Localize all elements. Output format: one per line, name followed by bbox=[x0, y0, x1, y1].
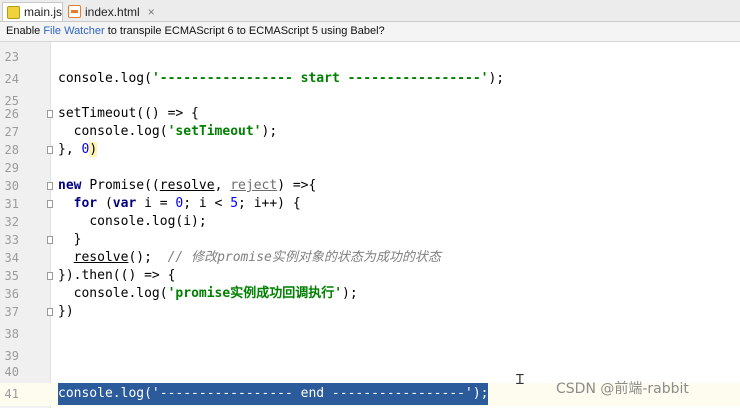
code-line[interactable]: 24 console.log('----------------- start … bbox=[0, 68, 740, 90]
line-number: 23 bbox=[4, 50, 19, 64]
fold-icon[interactable] bbox=[47, 200, 53, 208]
watermark: CSDN @前端-rabbit bbox=[556, 381, 689, 397]
line-number: 40 bbox=[4, 365, 19, 379]
fold-icon[interactable] bbox=[47, 272, 53, 280]
line-number: 41 bbox=[4, 387, 19, 401]
line-number: 38 bbox=[4, 327, 19, 341]
tab-main-js[interactable]: main.js × bbox=[2, 2, 77, 21]
fold-icon[interactable] bbox=[47, 308, 53, 316]
fold-icon[interactable] bbox=[47, 146, 53, 154]
fold-icon[interactable] bbox=[47, 236, 53, 244]
file-watcher-link[interactable]: File Watcher bbox=[43, 25, 104, 37]
editor-tab-bar: main.js × index.html × bbox=[0, 0, 740, 22]
line-number: 37 bbox=[4, 305, 19, 319]
tab-label: main.js bbox=[24, 5, 63, 19]
banner-suffix: to transpile ECMAScript 6 to ECMAScript … bbox=[104, 25, 385, 37]
code-text: console.log('----------------- start ---… bbox=[58, 71, 505, 86]
html-file-icon bbox=[68, 5, 81, 18]
selected-code-text: console.log('----------------- end -----… bbox=[58, 383, 489, 405]
fold-icon[interactable] bbox=[47, 110, 53, 118]
code-line[interactable]: 23 bbox=[0, 46, 740, 68]
js-file-icon bbox=[7, 5, 20, 19]
tab-index-html[interactable]: index.html × bbox=[64, 2, 155, 21]
code-line[interactable]: 37 }) bbox=[0, 301, 740, 323]
text-cursor-icon: Ɪ bbox=[516, 372, 524, 388]
file-watcher-banner: Enable File Watcher to transpile ECMAScr… bbox=[0, 22, 740, 42]
tab-label: index.html bbox=[85, 4, 140, 19]
close-icon[interactable]: × bbox=[148, 5, 155, 19]
fold-icon[interactable] bbox=[47, 182, 53, 190]
banner-prefix: Enable bbox=[6, 25, 44, 37]
code-line[interactable]: 38 bbox=[0, 323, 740, 345]
code-text: }) bbox=[58, 304, 74, 319]
line-number: 24 bbox=[4, 72, 19, 86]
